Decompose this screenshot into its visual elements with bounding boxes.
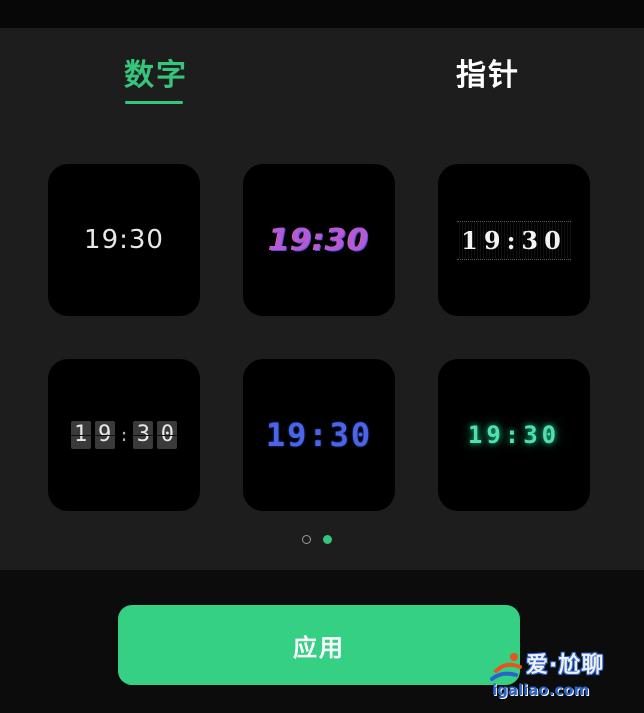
- watch-face-tile-1[interactable]: 19:30: [48, 164, 200, 316]
- face-4-flip-clock: 1 9 : 3 0: [69, 421, 180, 449]
- tab-digital[interactable]: 数字: [124, 50, 188, 94]
- flip-separator: :: [118, 424, 130, 446]
- face-6-time: 19:30: [467, 421, 561, 449]
- watch-face-tile-5[interactable]: 19:30: [243, 359, 395, 511]
- watermark-title: 爱·尬聊: [526, 653, 605, 678]
- flip-digit: 0: [157, 421, 178, 449]
- watermark-url: igaliao.com: [492, 681, 590, 699]
- flip-digit: 1: [70, 421, 91, 449]
- tab-analog[interactable]: 指针: [456, 50, 520, 94]
- face-1-time: 19:30: [84, 225, 164, 255]
- page-dot-2-active[interactable]: [323, 535, 332, 544]
- page-indicator: [302, 535, 332, 544]
- flip-digit: 9: [94, 421, 115, 449]
- watch-face-tile-4[interactable]: 1 9 : 3 0: [48, 359, 200, 511]
- status-bar: [0, 0, 644, 28]
- watch-face-tile-3[interactable]: 19:30: [438, 164, 590, 316]
- watch-face-tile-2[interactable]: 19:30: [243, 164, 395, 316]
- face-5-time: 19:30: [265, 416, 373, 454]
- active-tab-indicator: [125, 101, 183, 104]
- face-2-time: 19:30: [268, 222, 370, 258]
- watermark: 爱·尬聊 igaliao.com: [486, 645, 636, 707]
- apply-button[interactable]: 应用: [118, 605, 520, 685]
- page-dot-1[interactable]: [302, 535, 311, 544]
- watch-face-tile-6[interactable]: 19:30: [438, 359, 590, 511]
- face-3-time: 19:30: [457, 220, 571, 260]
- flip-digit: 3: [133, 421, 154, 449]
